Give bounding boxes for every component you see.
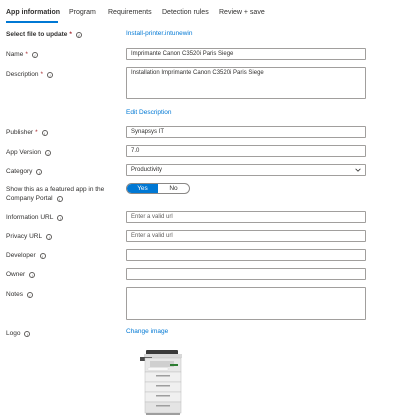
tab-detection-rules[interactable]: Detection rules — [162, 9, 209, 16]
info-icon[interactable]: i — [47, 71, 54, 78]
app-version-label: App Version i — [6, 149, 52, 156]
featured-no-option[interactable]: No — [158, 184, 189, 193]
info-icon[interactable]: i — [29, 271, 36, 278]
information-url-label: Information URL i — [6, 214, 64, 221]
info-icon[interactable]: i — [75, 31, 82, 38]
info-icon[interactable]: i — [31, 51, 38, 58]
active-tab-indicator — [6, 21, 58, 23]
logo-label: Logo i — [6, 330, 31, 337]
featured-label-line2: Company Portal — [6, 195, 53, 202]
tab-requirements[interactable]: Requirements — [108, 9, 152, 16]
notes-field[interactable] — [126, 287, 366, 320]
featured-label: Show this as a featured app in the Compa… — [6, 185, 104, 203]
description-label-text: Description — [6, 71, 39, 78]
required-marker: * — [25, 51, 28, 58]
description-field[interactable]: Installation Imprimante Canon C3520i Par… — [126, 67, 366, 99]
logo-label-text: Logo — [6, 330, 21, 337]
select-file-link[interactable]: Install-printer.intunewin — [126, 30, 192, 37]
privacy-url-label-text: Privacy URL — [6, 233, 43, 240]
category-select[interactable]: Productivity — [126, 164, 366, 176]
required-marker: * — [40, 71, 44, 78]
info-icon[interactable]: i — [45, 149, 52, 156]
name-label-text: Name — [6, 51, 24, 58]
notes-label: Notes i — [6, 291, 33, 298]
info-icon[interactable]: i — [46, 233, 53, 240]
category-label-text: Category — [6, 168, 33, 175]
name-label: Name * i — [6, 51, 38, 58]
description-label: Description * i — [6, 71, 54, 78]
information-url-label-text: Information URL — [6, 214, 54, 221]
wizard-tabs: App information Program Requirements Det… — [0, 0, 408, 24]
app-version-field[interactable]: 7.0 — [126, 145, 366, 157]
privacy-url-label: Privacy URL i — [6, 233, 53, 240]
publisher-label-text: Publisher — [6, 129, 34, 136]
owner-label-text: Owner — [6, 271, 26, 278]
owner-field[interactable] — [126, 268, 366, 280]
required-marker: * — [69, 31, 72, 38]
name-field[interactable]: Imprimante Canon C3520i Paris Siege — [126, 48, 366, 60]
info-icon[interactable]: i — [41, 129, 48, 136]
info-icon[interactable]: i — [26, 291, 33, 298]
required-marker: * — [35, 129, 38, 136]
chevron-down-icon — [355, 168, 361, 172]
developer-label: Developer i — [6, 252, 46, 259]
edit-description-link[interactable]: Edit Description — [126, 109, 172, 116]
info-icon[interactable]: i — [39, 252, 46, 259]
tab-review-save[interactable]: Review + save — [219, 9, 265, 16]
change-image-link[interactable]: Change image — [126, 328, 168, 335]
featured-toggle[interactable]: Yes No — [126, 183, 190, 194]
tab-program[interactable]: Program — [69, 9, 96, 16]
info-icon[interactable]: i — [57, 214, 64, 221]
info-icon[interactable]: i — [56, 195, 63, 202]
select-file-label-text: Select file to update — [6, 31, 68, 38]
info-icon[interactable]: i — [24, 330, 31, 337]
tab-app-information[interactable]: App information — [6, 9, 60, 16]
app-version-label-text: App Version — [6, 149, 42, 156]
featured-label-line1: Show this as a featured app in the — [6, 186, 105, 193]
select-file-label: Select file to update * i — [6, 31, 82, 38]
notes-label-text: Notes — [6, 291, 23, 298]
featured-yes-option[interactable]: Yes — [127, 184, 158, 193]
owner-label: Owner i — [6, 271, 36, 278]
developer-field[interactable] — [126, 249, 366, 261]
privacy-url-field[interactable]: Enter a valid url — [126, 230, 366, 242]
info-icon[interactable]: i — [36, 168, 43, 175]
app-information-page: App information Program Requirements Det… — [0, 0, 408, 418]
printer-logo-image — [140, 350, 182, 415]
category-selected-value: Productivity — [131, 167, 163, 173]
publisher-label: Publisher * i — [6, 129, 48, 136]
developer-label-text: Developer — [6, 252, 36, 259]
category-label: Category i — [6, 168, 43, 175]
publisher-field[interactable]: Synapsys IT — [126, 126, 366, 138]
information-url-field[interactable]: Enter a valid url — [126, 211, 366, 223]
